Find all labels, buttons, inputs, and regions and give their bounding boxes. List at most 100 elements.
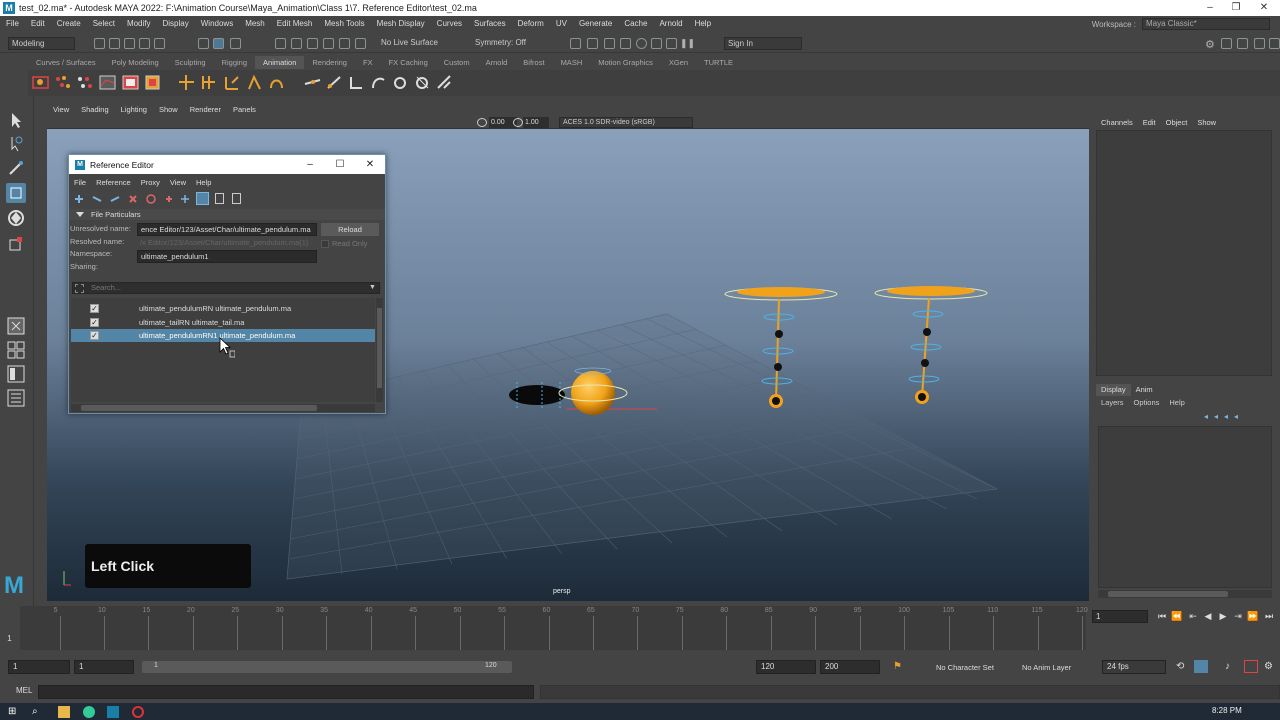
- settings-icon[interactable]: ⚙: [1264, 661, 1273, 672]
- menu-windows[interactable]: Windows: [195, 16, 239, 32]
- menu-create[interactable]: Create: [51, 16, 87, 32]
- reference-load-checkbox[interactable]: ✓: [90, 304, 99, 313]
- fps-dropdown[interactable]: 24 fps: [1102, 660, 1166, 674]
- channel-box-icon[interactable]: [1254, 38, 1265, 49]
- tool-settings-icon[interactable]: [1237, 38, 1248, 49]
- reload-button[interactable]: Reload: [321, 223, 379, 236]
- select-object-icon[interactable]: [213, 38, 224, 49]
- select-component-icon[interactable]: [230, 38, 241, 49]
- viewport-menu-lighting[interactable]: Lighting: [115, 103, 153, 116]
- unresolved-name-field[interactable]: ence Editor/123/Asset/Char/ultimate_pend…: [137, 223, 317, 236]
- command-input[interactable]: [38, 685, 534, 699]
- menu-edit[interactable]: Edit: [25, 16, 51, 32]
- ipr-render-icon[interactable]: [587, 38, 598, 49]
- motion-path-icon[interactable]: [326, 74, 343, 91]
- snap-pivot-icon[interactable]: [355, 38, 366, 49]
- select-hierarchy-icon[interactable]: [198, 38, 209, 49]
- cache-playback-icon[interactable]: [1194, 660, 1208, 673]
- dope-sheet-icon[interactable]: [122, 74, 139, 91]
- proxy-view-icon[interactable]: [232, 193, 241, 204]
- shelf-tab-fx-caching[interactable]: FX Caching: [381, 56, 436, 69]
- import-reference-icon[interactable]: [91, 193, 103, 205]
- viewport-menu-show[interactable]: Show: [153, 103, 184, 116]
- menu-modify[interactable]: Modify: [121, 16, 157, 32]
- attribute-editor-icon[interactable]: [1221, 38, 1232, 49]
- time-slider[interactable]: 5 10 15 20 25 30 35 40 45 50 55 60 65 70 75 80 85 90 95 100…: [0, 606, 1280, 656]
- search-icon[interactable]: ⌕: [32, 706, 44, 718]
- create-reference-icon[interactable]: [73, 193, 85, 205]
- step-forward-key-icon[interactable]: ⇥: [1232, 610, 1244, 622]
- search-dropdown-icon[interactable]: ▼: [369, 284, 376, 291]
- snap-curve-icon[interactable]: [291, 38, 302, 49]
- graph-editor-icon[interactable]: [99, 74, 116, 91]
- maximize-button[interactable]: ❐: [1223, 0, 1249, 16]
- menu-uv[interactable]: UV: [550, 16, 573, 32]
- menu-display[interactable]: Display: [157, 16, 195, 32]
- layer-editor-scrollbar[interactable]: [1098, 590, 1272, 598]
- re-menu-view[interactable]: View: [165, 177, 191, 189]
- animation-end-field[interactable]: 200: [820, 660, 880, 674]
- scale-tool-icon[interactable]: [6, 234, 26, 254]
- shelf-tab-custom[interactable]: Custom: [436, 56, 478, 69]
- persp-graph-layout-icon[interactable]: [6, 364, 26, 384]
- go-to-end-icon[interactable]: ⏭: [1263, 610, 1275, 622]
- snap-view-icon[interactable]: [323, 38, 334, 49]
- character-set-dropdown[interactable]: No Character Set: [936, 663, 994, 672]
- snap-surface-icon[interactable]: [339, 38, 350, 49]
- recorder-icon[interactable]: [132, 706, 144, 718]
- shelf-tab-fx[interactable]: FX: [355, 56, 381, 69]
- re-menu-proxy[interactable]: Proxy: [136, 177, 165, 189]
- mode-dropdown[interactable]: Modeling: [8, 37, 75, 50]
- layer-buttons-icon[interactable]: ◂◂◂◂: [1204, 412, 1274, 422]
- unload-reference-icon[interactable]: [145, 193, 157, 205]
- new-scene-icon[interactable]: [94, 38, 105, 49]
- browser-icon[interactable]: [83, 706, 95, 718]
- single-perspective-layout-icon[interactable]: [6, 316, 26, 336]
- reference-list-vscrollbar[interactable]: [376, 298, 383, 402]
- select-tool-icon[interactable]: [6, 110, 26, 130]
- layer-tab-anim[interactable]: Anim: [1131, 384, 1158, 396]
- shelf-tab-sculpting[interactable]: Sculpting: [167, 56, 214, 69]
- viewport-menu-shading[interactable]: Shading: [75, 103, 115, 116]
- re-menu-reference[interactable]: Reference: [91, 177, 136, 189]
- reference-row[interactable]: ✓ ultimate_pendulumRN ultimate_pendulum.m…: [71, 302, 375, 315]
- menu-help[interactable]: Help: [689, 16, 717, 32]
- reference-load-checkbox[interactable]: ✓: [90, 331, 99, 340]
- save-scene-icon[interactable]: [124, 38, 135, 49]
- arnold-render-icon[interactable]: [636, 38, 647, 49]
- preferences-icon[interactable]: [1244, 660, 1258, 673]
- layer-menu-help[interactable]: Help: [1164, 397, 1189, 409]
- shelf-tab-rigging[interactable]: Rigging: [214, 56, 255, 69]
- viewport-menu-renderer[interactable]: Renderer: [184, 103, 227, 116]
- render-frame-icon[interactable]: [570, 38, 581, 49]
- turntable-icon[interactable]: [392, 74, 409, 91]
- range-slider[interactable]: 1 120: [142, 661, 512, 673]
- file-particulars-header[interactable]: File Particulars: [69, 209, 385, 220]
- step-back-key-icon[interactable]: ⇤: [1187, 610, 1199, 622]
- paint-select-icon[interactable]: [6, 158, 26, 178]
- shelf-tab-curves-surfaces[interactable]: Curves / Surfaces: [28, 56, 104, 69]
- start-icon[interactable]: ⊞: [8, 706, 20, 718]
- re-minimize-button[interactable]: –: [295, 155, 325, 174]
- channel-menu-object[interactable]: Object: [1161, 116, 1193, 129]
- animation-start-field[interactable]: 1: [8, 660, 70, 674]
- file-view-icon[interactable]: [215, 193, 224, 204]
- ghost-icon[interactable]: [348, 74, 365, 91]
- namespace-field[interactable]: ultimate_pendulum1: [137, 250, 317, 263]
- menu-edit-mesh[interactable]: Edit Mesh: [271, 16, 319, 32]
- playback-start-field[interactable]: 1: [74, 660, 134, 674]
- auto-key-icon[interactable]: ⚑: [893, 661, 902, 672]
- far-clip-field[interactable]: 1.00: [523, 117, 549, 128]
- reference-list-hscrollbar[interactable]: [71, 404, 375, 412]
- menu-deform[interactable]: Deform: [512, 16, 550, 32]
- render-view-icon[interactable]: [651, 38, 662, 49]
- bind-skin-icon[interactable]: [268, 74, 285, 91]
- play-forwards-icon[interactable]: ▶: [1217, 610, 1229, 622]
- maya-taskbar-icon[interactable]: [107, 706, 119, 718]
- shelf-tab-xgen[interactable]: XGen: [661, 56, 696, 69]
- key-icon[interactable]: [32, 74, 49, 91]
- export-reference-icon[interactable]: [109, 193, 121, 205]
- read-only-checkbox[interactable]: Read Only: [321, 239, 367, 249]
- step-back-frame-icon[interactable]: ⏪: [1171, 610, 1183, 622]
- shelf-tab-motion-graphics[interactable]: Motion Graphics: [590, 56, 661, 69]
